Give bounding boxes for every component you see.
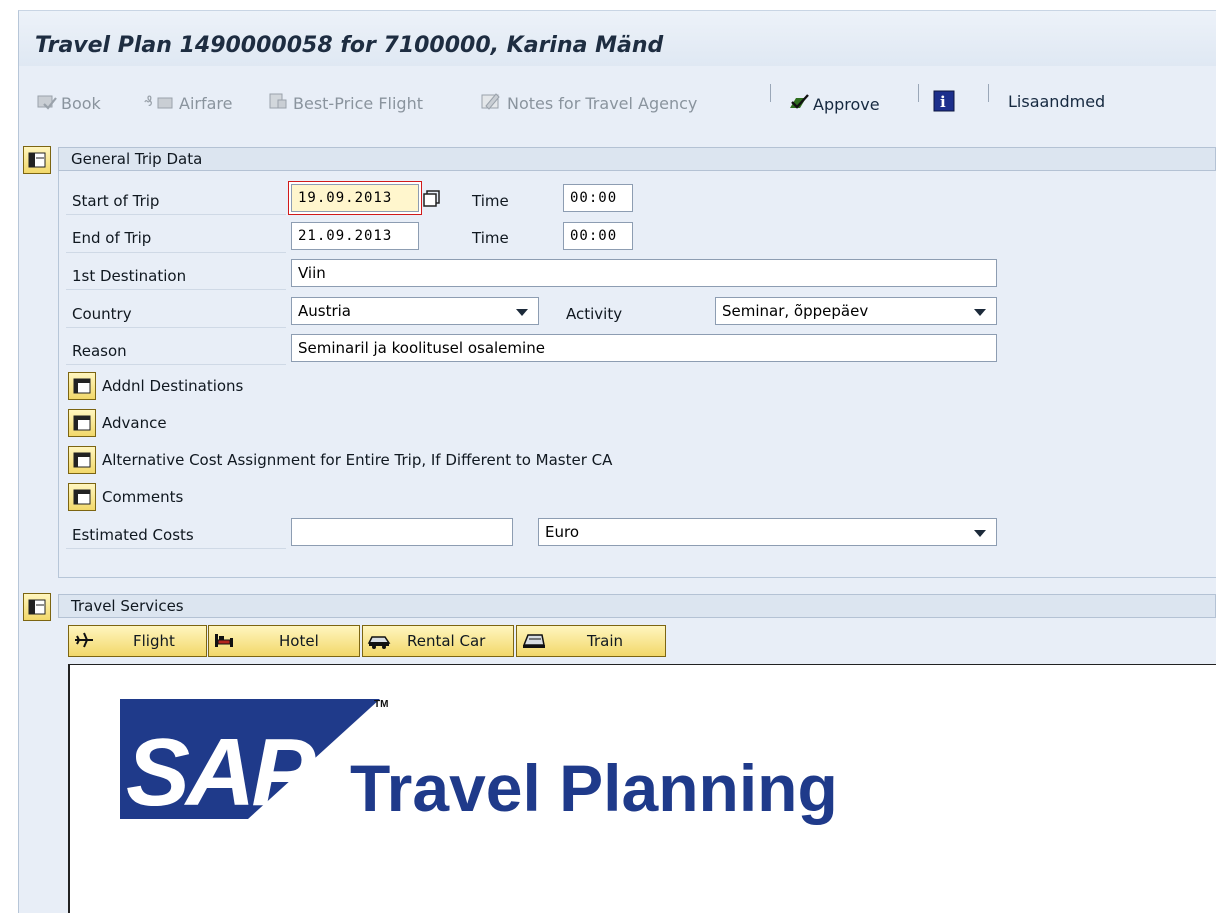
info-icon: i: [933, 90, 955, 116]
notes-for-travel-agency-button[interactable]: Notes for Travel Agency: [480, 92, 697, 114]
toolbar-separator: [770, 84, 771, 102]
expand-section-icon: [73, 452, 91, 468]
best-price-flight-label: Best-Price Flight: [293, 93, 423, 113]
activity-select[interactable]: Seminar, õppepäev: [715, 297, 997, 325]
row-divider: [66, 252, 286, 253]
airfare-icon: ₰: [144, 92, 176, 114]
country-label: Country: [72, 305, 132, 323]
general-trip-data-panel: [58, 171, 1216, 578]
travel-services-toggle-button[interactable]: [23, 593, 51, 621]
book-icon: [36, 92, 58, 114]
bed-icon: [213, 630, 235, 654]
expand-section-icon: [73, 415, 91, 431]
hotel-label: Hotel: [279, 632, 319, 650]
currency-value: Euro: [545, 523, 579, 541]
rental-car-button[interactable]: Rental Car: [362, 625, 514, 657]
estimated-costs-field[interactable]: [291, 518, 513, 546]
country-value: Austria: [298, 302, 351, 320]
toolbar-separator: [988, 84, 989, 102]
train-icon: [521, 630, 547, 654]
end-time-label: Time: [472, 229, 509, 247]
hotel-button[interactable]: Hotel: [208, 625, 360, 657]
row-divider: [66, 289, 286, 290]
expand-section-icon: [73, 489, 91, 505]
alternative-cost-label: Alternative Cost Assignment for Entire T…: [102, 451, 613, 469]
addnl-destinations-label: Addnl Destinations: [102, 377, 244, 395]
lisaandmed-button[interactable]: Lisaandmed: [1008, 92, 1105, 111]
rental-car-label: Rental Car: [407, 632, 486, 650]
end-of-trip-field[interactable]: 21.09.2013: [291, 222, 419, 250]
chevron-down-icon: [516, 309, 528, 316]
approve-label: Approve: [813, 94, 880, 114]
logo-product-text: Travel Planning: [350, 751, 838, 825]
general-trip-data-toggle-button[interactable]: [23, 146, 51, 174]
book-button[interactable]: Book: [36, 92, 101, 114]
info-button[interactable]: i: [933, 90, 955, 116]
notes-label: Notes for Travel Agency: [507, 93, 698, 113]
toolbar-separator: [918, 84, 919, 102]
price-tag-icon: [268, 92, 290, 114]
airfare-button[interactable]: ₰ Airfare: [144, 92, 232, 114]
approve-button[interactable]: Approve: [786, 92, 880, 116]
chevron-down-icon: [974, 530, 986, 537]
approve-icon: [786, 92, 810, 116]
logo-tm-text: TM: [374, 699, 388, 710]
currency-select[interactable]: Euro: [538, 518, 997, 546]
logo-brand-text: SAP: [126, 719, 316, 826]
travel-services-header: Travel Services: [58, 594, 1216, 618]
chevron-down-icon: [974, 309, 986, 316]
first-destination-field[interactable]: Viin: [291, 259, 997, 287]
window-title: Travel Plan 1490000058 for 7100000, Kari…: [35, 33, 664, 58]
best-price-flight-button[interactable]: Best-Price Flight: [268, 92, 423, 114]
reason-label: Reason: [72, 342, 127, 360]
first-destination-label: 1st Destination: [72, 267, 187, 285]
start-of-trip-label: Start of Trip: [72, 192, 160, 210]
comments-label: Comments: [102, 488, 184, 506]
row-divider: [66, 327, 286, 328]
activity-value: Seminar, õppepäev: [722, 302, 869, 320]
row-divider: [66, 214, 286, 215]
activity-label: Activity: [566, 305, 623, 323]
airplane-icon: [73, 630, 95, 654]
train-button[interactable]: Train: [516, 625, 666, 657]
airfare-label: Airfare: [179, 93, 233, 113]
end-of-trip-label: End of Trip: [72, 229, 152, 247]
start-time-field[interactable]: 00:00: [563, 184, 633, 212]
collapse-section-icon: [28, 599, 46, 615]
row-divider: [66, 548, 286, 549]
addnl-destinations-toggle-button[interactable]: [68, 372, 96, 400]
general-trip-data-header: General Trip Data: [58, 147, 1216, 171]
book-label: Book: [61, 93, 101, 113]
date-picker-icon[interactable]: [423, 190, 441, 212]
collapse-section-icon: [28, 152, 46, 168]
train-label: Train: [587, 632, 623, 650]
row-divider: [66, 364, 286, 365]
svg-text:i: i: [940, 93, 946, 111]
car-icon: [367, 630, 391, 654]
svg-text:₰: ₰: [144, 94, 153, 110]
sap-travel-planning-logo: SAP TM Travel Planning: [120, 699, 838, 826]
start-of-trip-field[interactable]: 19.09.2013: [291, 184, 419, 212]
lisaandmed-label: Lisaandmed: [1008, 92, 1106, 111]
expand-section-icon: [73, 378, 91, 394]
reason-field[interactable]: Seminaril ja koolitusel osalemine: [291, 334, 997, 362]
end-time-field[interactable]: 00:00: [563, 222, 633, 250]
country-select[interactable]: Austria: [291, 297, 539, 325]
estimated-costs-label: Estimated Costs: [72, 526, 194, 544]
flight-label: Flight: [133, 632, 175, 650]
advance-label: Advance: [102, 414, 167, 432]
notes-pencil-icon: [480, 92, 504, 114]
flight-button[interactable]: Flight: [68, 625, 207, 657]
travel-planning-canvas: SAP TM Travel Planning: [68, 664, 1216, 913]
advance-toggle-button[interactable]: [68, 409, 96, 437]
start-time-label: Time: [472, 192, 509, 210]
comments-toggle-button[interactable]: [68, 483, 96, 511]
alternative-cost-toggle-button[interactable]: [68, 446, 96, 474]
title-bar: Travel Plan 1490000058 for 7100000, Kari…: [19, 11, 1216, 66]
